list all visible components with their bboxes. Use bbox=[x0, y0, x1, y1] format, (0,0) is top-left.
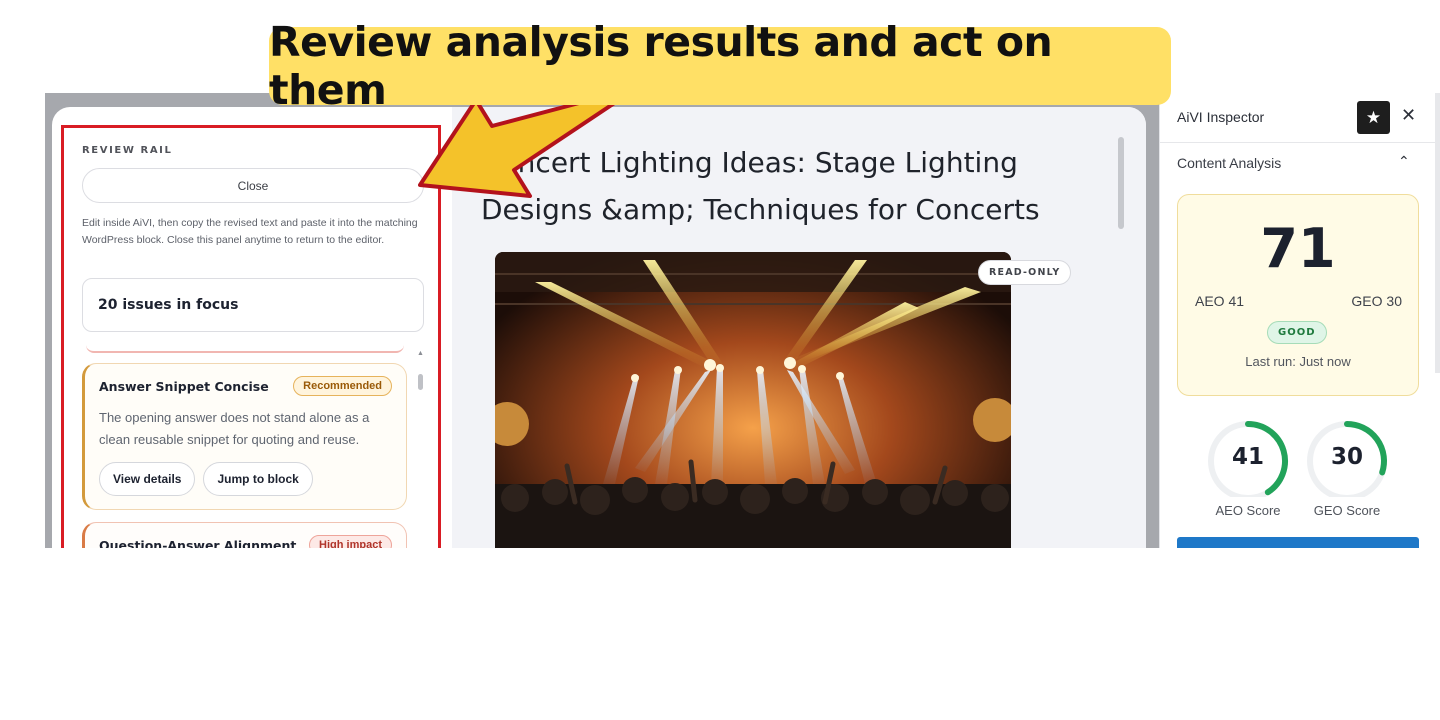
geo-score-value: 30 bbox=[1330, 444, 1363, 470]
priority-badge: Recommended bbox=[293, 376, 392, 396]
overall-score-card: 71 AEO 41 GEO 30 GOOD Last run: Just now bbox=[1177, 194, 1419, 396]
close-icon[interactable]: ✕ bbox=[1401, 105, 1416, 126]
scroll-up-arrow-icon[interactable]: ▲ bbox=[417, 350, 424, 357]
read-only-badge: READ-ONLY bbox=[978, 260, 1072, 285]
issue-card-answer-snippet: Answer Snippet Concise Recommended The o… bbox=[82, 363, 407, 510]
review-rail: REVIEW RAIL Close Edit inside AiVI, then… bbox=[61, 125, 441, 548]
content-analysis-header[interactable]: Content Analysis bbox=[1177, 155, 1281, 171]
app-screenshot: REVIEW RAIL Close Edit inside AiVI, then… bbox=[45, 93, 1440, 548]
issue-title: Answer Snippet Concise bbox=[99, 378, 269, 394]
overall-score: 71 bbox=[1260, 217, 1336, 280]
tutorial-callout: Review analysis results and act on them bbox=[269, 18, 1171, 114]
scroll-thumb[interactable] bbox=[418, 374, 423, 390]
rail-title: REVIEW RAIL bbox=[82, 145, 173, 156]
view-details-button[interactable]: View details bbox=[99, 462, 196, 496]
issue-card-partial bbox=[86, 345, 404, 353]
close-button[interactable]: Close bbox=[82, 168, 424, 203]
article-title: Concert Lighting Ideas: Stage Lighting D… bbox=[481, 146, 1040, 226]
geo-score-label: GEO Score bbox=[1313, 503, 1381, 518]
star-icon[interactable]: ★ bbox=[1357, 101, 1390, 134]
aeo-summary: AEO 41 bbox=[1195, 293, 1245, 309]
concert-hero-image bbox=[495, 252, 1011, 548]
article-preview: Concert Lighting Ideas: Stage Lighting D… bbox=[452, 107, 1146, 548]
aivi-inspector-panel: AiVI Inspector ★ ✕ Content Analysis ⌃ 71… bbox=[1159, 93, 1440, 548]
rail-help-text: Edit inside AiVI, then copy the revised … bbox=[82, 217, 418, 246]
geo-score-gauge: 30 GEO Score bbox=[1302, 417, 1392, 522]
status-badge: GOOD bbox=[1267, 321, 1327, 344]
issues-focus-summary: 20 issues in focus bbox=[82, 278, 424, 332]
geo-summary: GEO 30 bbox=[1351, 293, 1402, 309]
divider bbox=[1160, 142, 1440, 143]
priority-badge: High impact bbox=[309, 535, 392, 548]
issue-description: The opening answer does not stand alone … bbox=[99, 410, 370, 447]
review-modal: REVIEW RAIL Close Edit inside AiVI, then… bbox=[52, 107, 1146, 548]
aeo-score-gauge: 41 AEO Score bbox=[1203, 417, 1293, 522]
issue-title: Question-Answer Alignment bbox=[99, 537, 297, 549]
aeo-score-value: 41 bbox=[1231, 444, 1264, 470]
last-run-text: Last run: Just now bbox=[1245, 354, 1351, 369]
inspector-scrollbar[interactable] bbox=[1435, 93, 1440, 373]
issue-card-qa-alignment: Question-Answer Alignment High impact bbox=[82, 522, 407, 548]
issue-list-scrollbar[interactable]: ▲ bbox=[417, 350, 424, 400]
jump-to-block-button[interactable]: Jump to block bbox=[203, 462, 313, 496]
issue-list: Answer Snippet Concise Recommended The o… bbox=[82, 345, 412, 548]
aeo-score-label: AEO Score bbox=[1215, 503, 1281, 518]
article-scrollbar[interactable] bbox=[1118, 137, 1124, 229]
chevron-up-icon[interactable]: ⌃ bbox=[1398, 153, 1410, 170]
run-analysis-button[interactable] bbox=[1177, 537, 1419, 548]
inspector-title: AiVI Inspector bbox=[1177, 109, 1265, 125]
